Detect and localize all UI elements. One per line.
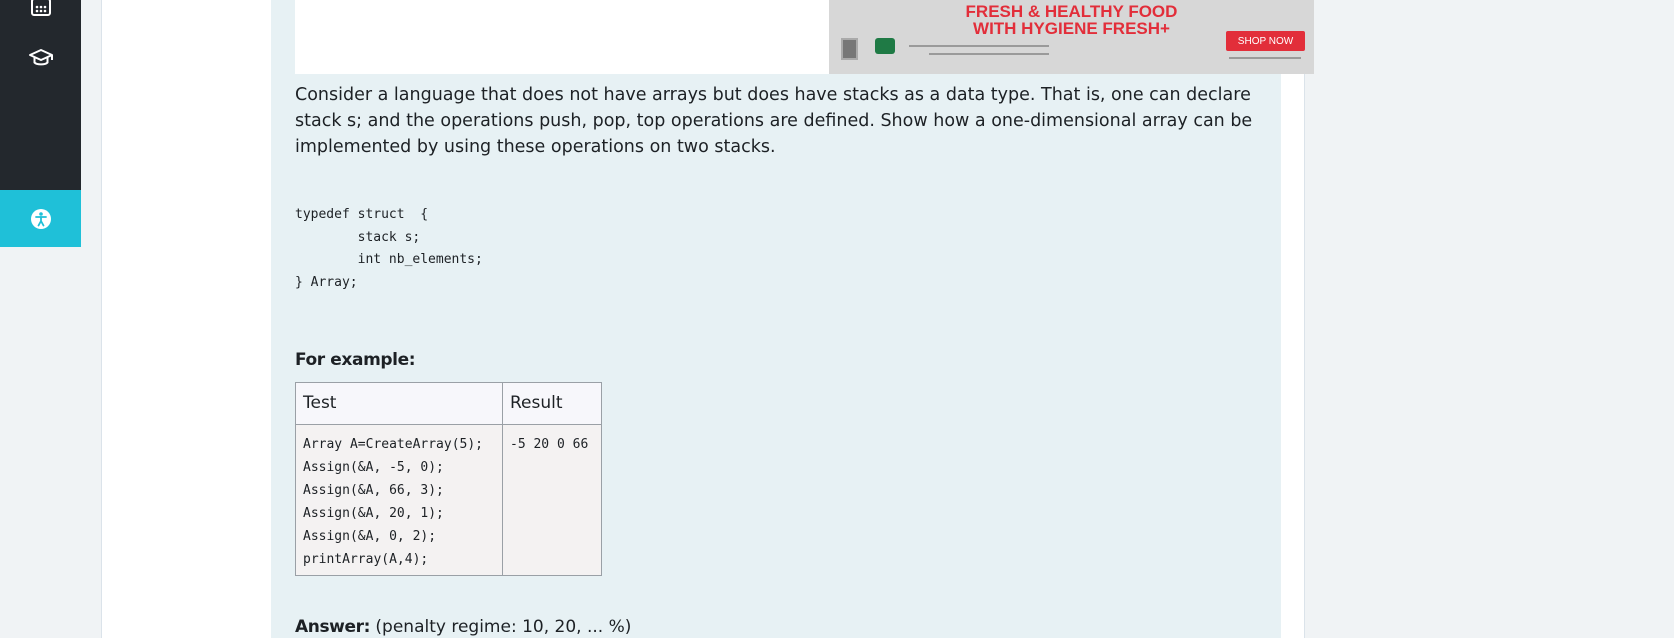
example-heading: For example: bbox=[295, 350, 416, 370]
calendar-icon bbox=[30, 0, 51, 16]
penalty-regime: (penalty regime: 10, 20, ... %) bbox=[375, 617, 632, 637]
my-courses-button[interactable] bbox=[0, 33, 81, 83]
column-header-test: Test bbox=[295, 382, 503, 425]
ad-headline-1: FRESH & HEALTHY FOOD bbox=[965, 2, 1178, 21]
calendar-button[interactable] bbox=[0, 0, 81, 32]
result-cell: -5 20 0 66 bbox=[502, 424, 602, 576]
ad-fine-print bbox=[909, 45, 1049, 47]
ad-fine-print bbox=[929, 53, 1049, 55]
ad-container: FRESH & HEALTHY FOOD WITH HYGIENE FRESH+… bbox=[295, 0, 1314, 74]
ad-banner[interactable]: FRESH & HEALTHY FOOD WITH HYGIENE FRESH+… bbox=[829, 0, 1314, 74]
answer-heading: Answer: (penalty regime: 10, 20, ... %) bbox=[295, 617, 631, 637]
question-text: Consider a language that does not have a… bbox=[295, 85, 1253, 157]
accessibility-icon bbox=[30, 208, 51, 229]
graduation-cap-icon bbox=[28, 49, 53, 66]
ad-qr-code bbox=[841, 38, 858, 60]
right-panel bbox=[1305, 0, 1674, 638]
test-cell: Array A=CreateArray(5); Assign(&A, -5, 0… bbox=[295, 424, 503, 576]
answer-label: Answer: bbox=[295, 617, 370, 637]
example-table: Test Result Array A=CreateArray(5); Assi… bbox=[295, 382, 602, 576]
table-row: Array A=CreateArray(5); Assign(&A, -5, 0… bbox=[295, 424, 602, 576]
left-sidebar bbox=[0, 0, 81, 190]
code-snippet: typedef struct { stack s; int nb_element… bbox=[295, 207, 483, 290]
accessibility-button[interactable] bbox=[0, 190, 81, 247]
ad-shop-now-button[interactable]: SHOP NOW bbox=[1226, 31, 1305, 51]
ad-brand-logo bbox=[875, 38, 895, 54]
ad-website bbox=[1229, 57, 1301, 59]
table-header-row: Test Result bbox=[295, 382, 602, 425]
column-header-result: Result bbox=[502, 382, 602, 425]
